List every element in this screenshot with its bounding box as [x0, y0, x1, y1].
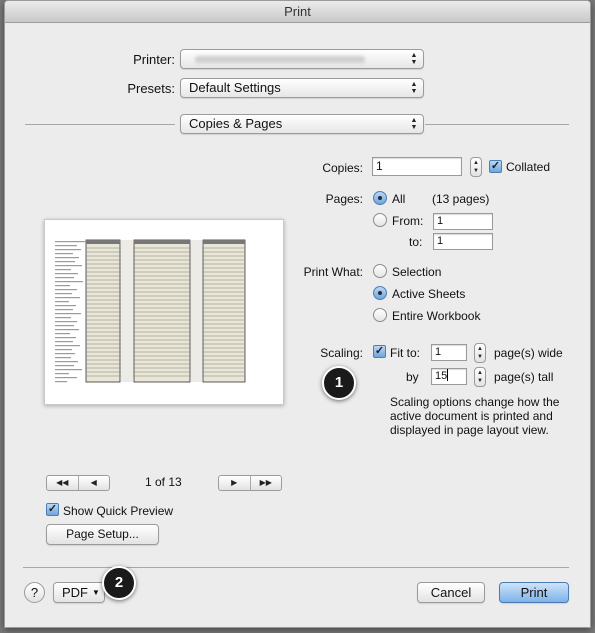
- show-quick-preview-label: Show Quick Preview: [63, 504, 174, 518]
- copies-stepper[interactable]: ▲ ▼: [470, 157, 482, 177]
- quick-preview-page: [44, 219, 284, 405]
- footer-divider: [23, 567, 569, 568]
- pager-back-buttons[interactable]: ◀◀ ◀: [46, 475, 110, 491]
- fit-wide-stepper[interactable]: ▲ ▼: [474, 343, 486, 363]
- fit-wide-label: page(s) wide: [494, 346, 563, 360]
- popup-arrows-icon: ▲ ▼: [410, 81, 418, 95]
- fit-tall-field[interactable]: 15: [431, 368, 467, 385]
- fit-to-label: Fit to:: [390, 346, 421, 360]
- show-quick-preview-checkbox[interactable]: ✓: [46, 503, 59, 516]
- sheet-thumbnail: [55, 239, 246, 383]
- section-value: Copies & Pages: [189, 116, 283, 131]
- pages-from-radio[interactable]: [373, 213, 387, 227]
- pdf-label: PDF: [62, 585, 88, 600]
- section-popup[interactable]: Copies & Pages ▲ ▼: [180, 114, 424, 134]
- page-counter: 1 of 13: [145, 475, 182, 489]
- text-cursor: [447, 369, 449, 381]
- presets-label: Presets:: [127, 81, 175, 96]
- callout-badge-1: 1: [322, 366, 356, 400]
- print-what-active-sheets-label: Active Sheets: [392, 287, 466, 301]
- title-bar: Print: [5, 1, 590, 23]
- pdf-menu-button[interactable]: PDF ▼: [53, 582, 105, 603]
- fit-wide-field[interactable]: 1: [431, 344, 467, 361]
- first-page-icon[interactable]: ◀◀: [47, 476, 78, 490]
- pages-from-field[interactable]: 1: [433, 213, 493, 230]
- next-page-icon[interactable]: ▶: [219, 476, 250, 490]
- preview-row-labels: [55, 241, 85, 383]
- print-what-selection-label: Selection: [392, 265, 442, 279]
- print-button[interactable]: Print: [499, 582, 569, 603]
- pages-label: Pages:: [325, 192, 363, 206]
- section-divider-right: [425, 124, 569, 125]
- pages-to-field[interactable]: 1: [433, 233, 493, 250]
- previous-page-icon[interactable]: ◀: [77, 476, 110, 490]
- scaling-label: Scaling:: [320, 346, 363, 360]
- collated-label: Collated: [506, 160, 551, 174]
- printer-popup[interactable]: ▲ ▼: [180, 49, 424, 69]
- print-what-entire-workbook-label: Entire Workbook: [392, 309, 481, 323]
- copies-field[interactable]: 1: [372, 157, 462, 176]
- presets-value: Default Settings: [189, 80, 281, 95]
- fit-tall-stepper[interactable]: ▲ ▼: [474, 367, 486, 387]
- scaling-description: Scaling options change how the active do…: [390, 395, 560, 437]
- fit-by-label: by: [406, 370, 419, 384]
- copies-label: Copies:: [322, 161, 363, 175]
- preview-columns: [85, 239, 246, 383]
- last-page-icon[interactable]: ▶▶: [249, 476, 282, 490]
- print-dialog: Print Printer: ▲ ▼ Presets: Default Setti…: [4, 0, 591, 628]
- callout-badge-2: 2: [102, 566, 136, 600]
- print-what-entire-workbook-radio[interactable]: [373, 308, 387, 322]
- pages-to-label: to:: [409, 235, 423, 249]
- popup-arrows-icon: ▲ ▼: [410, 117, 418, 131]
- printer-label: Printer:: [133, 52, 175, 67]
- print-what-label: Print What:: [303, 265, 363, 279]
- chevron-down-icon: ▼: [92, 588, 100, 597]
- printer-name-blurred: [195, 56, 365, 63]
- fit-tall-value: 15: [435, 370, 448, 382]
- cancel-button[interactable]: Cancel: [417, 582, 485, 603]
- fit-to-checkbox[interactable]: ✓: [373, 345, 386, 358]
- collated-checkbox[interactable]: ✓: [489, 160, 502, 173]
- print-what-active-sheets-radio[interactable]: [373, 286, 387, 300]
- pages-count: (13 pages): [432, 192, 490, 206]
- pages-all-label: All: [392, 192, 406, 206]
- page-setup-button[interactable]: Page Setup...: [46, 524, 159, 545]
- section-divider-left: [25, 124, 175, 125]
- pager-forward-buttons[interactable]: ▶ ▶▶: [218, 475, 282, 491]
- help-button[interactable]: ?: [24, 582, 45, 603]
- presets-popup[interactable]: Default Settings ▲ ▼: [180, 78, 424, 98]
- fit-tall-label: page(s) tall: [494, 370, 554, 384]
- popup-arrows-icon: ▲ ▼: [410, 52, 418, 66]
- print-what-selection-radio[interactable]: [373, 264, 387, 278]
- pages-from-label: From:: [392, 214, 424, 228]
- pages-all-radio[interactable]: [373, 191, 387, 205]
